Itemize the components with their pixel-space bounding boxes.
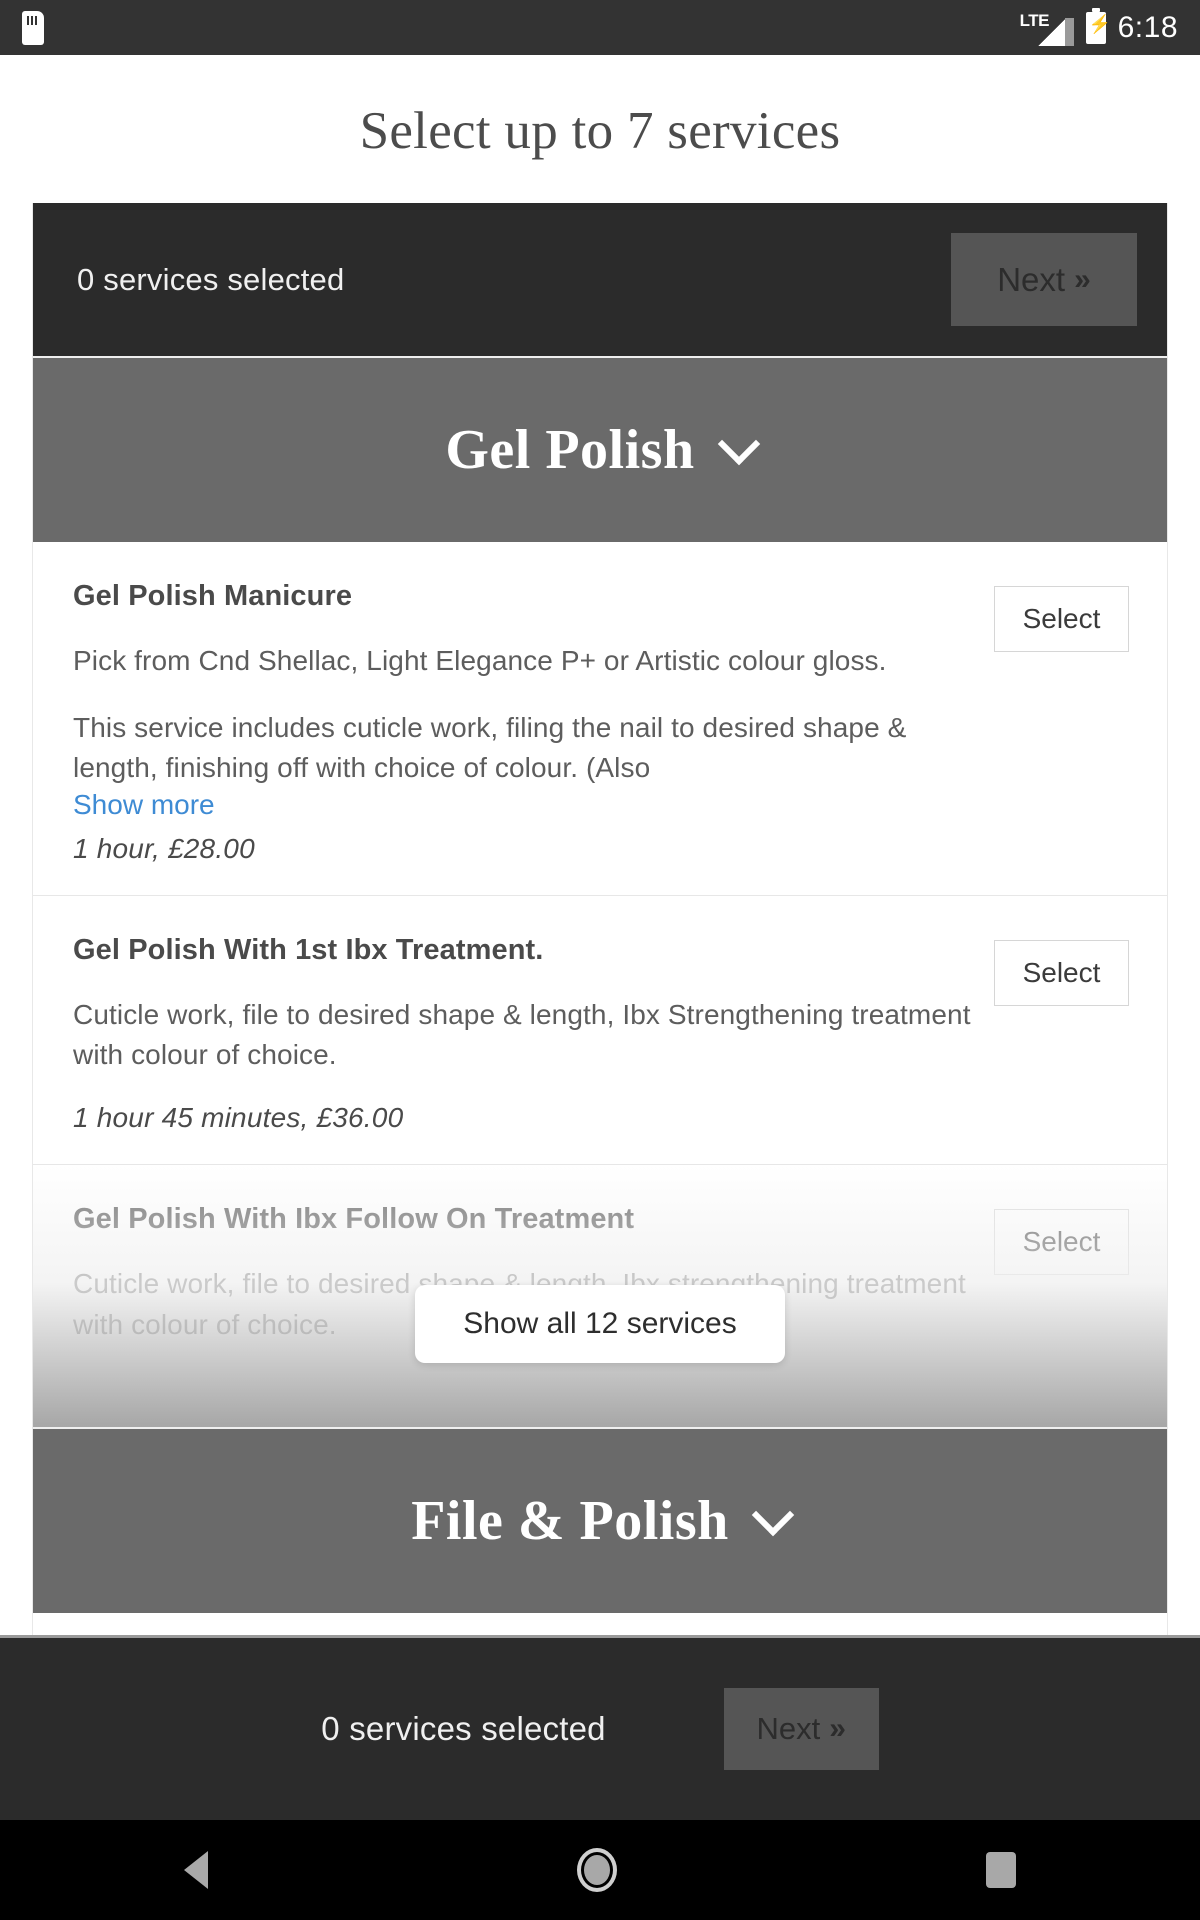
double-chevron-right-icon: » xyxy=(829,1712,846,1745)
select-button[interactable]: Select xyxy=(994,586,1129,652)
double-chevron-right-icon: » xyxy=(1074,262,1091,296)
chevron-down-icon xyxy=(755,1500,789,1534)
android-status-bar: LTE 6:18 xyxy=(0,0,1200,55)
signal-bars-dim-icon xyxy=(1064,17,1074,46)
selected-count-label: 0 services selected xyxy=(77,261,345,297)
service-name: Gel Polish With Ibx Follow On Treatment xyxy=(73,1202,635,1235)
service-name: Gel Polish With 1st Ibx Treatment. xyxy=(73,933,544,966)
selection-summary-bar: 0 services selected Next » xyxy=(33,203,1167,356)
category-title: File & Polish xyxy=(411,1490,729,1553)
selected-count-label-bottom: 0 services selected xyxy=(321,1710,606,1747)
network-indicator: LTE xyxy=(1020,10,1074,46)
category-header-file-and-polish[interactable]: File & Polish xyxy=(33,1427,1167,1614)
service-row: Gel Polish Manicure Pick from Cnd Shella… xyxy=(33,542,1167,896)
service-details: Gel Polish With 1st Ibx Treatment. Cutic… xyxy=(73,934,994,1134)
sd-card-icon xyxy=(22,10,44,45)
service-row: Gel Polish With 1st Ibx Treatment. Cutic… xyxy=(33,896,1167,1165)
app-screen: LTE 6:18 Select up to 7 services 0 servi… xyxy=(0,0,1200,1920)
category-header-gel-polish[interactable]: Gel Polish xyxy=(33,356,1167,542)
next-button-label: Next xyxy=(997,260,1066,298)
page-title: Select up to 7 services xyxy=(359,102,841,160)
recents-square-icon[interactable] xyxy=(985,1852,1016,1888)
show-more-link[interactable]: Show more xyxy=(73,789,215,821)
status-bar-right: LTE 6:18 xyxy=(1020,7,1178,46)
lte-label: LTE xyxy=(1019,10,1050,30)
battery-charging-icon xyxy=(1085,7,1111,44)
next-button-top[interactable]: Next » xyxy=(951,233,1137,326)
next-button-label: Next xyxy=(756,1711,821,1746)
show-all-services-button[interactable]: Show all 12 services xyxy=(415,1284,785,1363)
service-row-faded: Gel Polish With Ibx Follow On Treatment … xyxy=(33,1164,1167,1428)
home-circle-icon[interactable] xyxy=(576,1848,617,1892)
select-button[interactable]: Select xyxy=(994,1208,1129,1275)
service-details: Gel Polish Manicure Pick from Cnd Shella… xyxy=(73,580,994,865)
service-price: 1 hour, £28.00 xyxy=(73,832,255,864)
status-bar-left xyxy=(22,10,44,45)
chevron-down-icon xyxy=(721,429,755,463)
select-button[interactable]: Select xyxy=(994,939,1129,1006)
next-button-bottom[interactable]: Next » xyxy=(723,1688,879,1770)
category-title: Gel Polish xyxy=(445,419,695,481)
android-navigation-bar xyxy=(0,1820,1200,1920)
show-all-container: Show all 12 services xyxy=(33,1284,1167,1363)
service-description-truncated: This service includes cuticle work, fili… xyxy=(73,711,907,784)
back-triangle-icon[interactable] xyxy=(184,1851,209,1889)
service-name: Gel Polish Manicure xyxy=(73,580,353,612)
booking-widget-card: 0 services selected Next » Gel Polish Ge… xyxy=(32,203,1168,1635)
bottom-selection-bar: 0 services selected Next » xyxy=(0,1635,1200,1820)
service-price: 1 hour 45 minutes, £36.00 xyxy=(73,1101,404,1133)
service-description: Pick from Cnd Shellac, Light Elegance P+… xyxy=(73,645,887,676)
status-bar-clock: 6:18 xyxy=(1117,10,1178,44)
service-description: Cuticle work, file to desired shape & le… xyxy=(73,998,971,1071)
